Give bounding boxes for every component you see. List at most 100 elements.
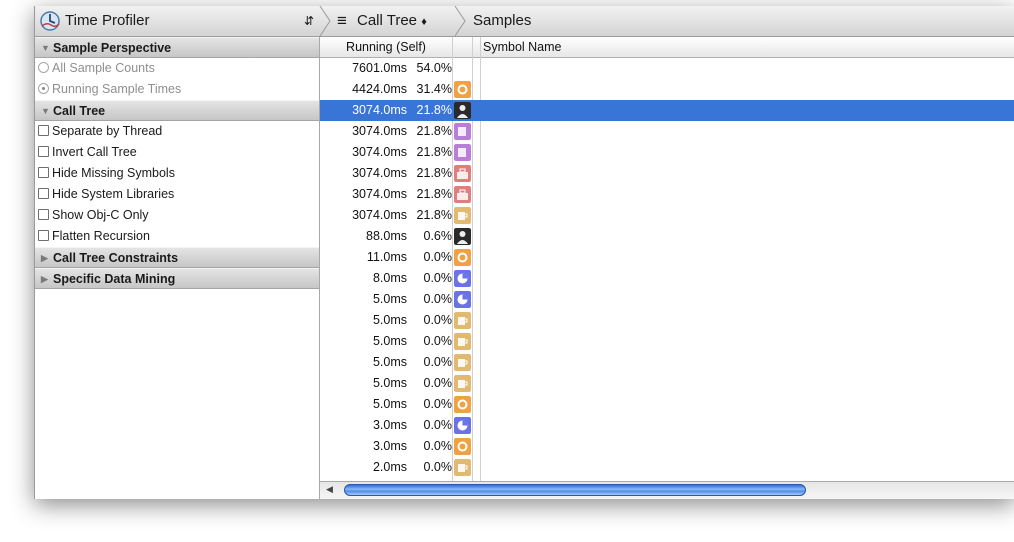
- radio-button-selected-icon[interactable]: [38, 83, 49, 94]
- running-percent-cell: 21.8%: [416, 208, 452, 222]
- call-tree-view-icon: ≡: [337, 11, 347, 30]
- disclosure-down-icon: ▼: [41, 43, 50, 53]
- option-running-sample-times[interactable]: Running Sample Times: [35, 79, 319, 100]
- table-row[interactable]: 88.0ms0.6%▶-[GRAssetChooserViewControlle…: [320, 226, 1014, 247]
- table-row[interactable]: 3074.0ms21.8%▶CFRunLoopRunInModeCoreFoun…: [320, 205, 1014, 226]
- section-title: Specific Data Mining: [53, 272, 176, 286]
- horizontal-scrollbar[interactable]: ◀: [320, 481, 1014, 499]
- call-tree-outline: Running (Self) Symbol Name 7601.0ms 54.0%…: [320, 37, 1014, 499]
- option-label: Flatten Recursion: [52, 229, 150, 243]
- section-sample-perspective[interactable]: ▼ Sample Perspective: [35, 37, 319, 58]
- breadcrumb-samples[interactable]: Samples: [473, 6, 531, 36]
- running-percent-cell: 21.8%: [416, 145, 452, 159]
- running-percent-cell: 21.8%: [416, 103, 452, 117]
- table-row[interactable]: 3074.0ms21.8%▼UIApplicationMainUIKit: [320, 121, 1014, 142]
- running-percent-cell: 31.4%: [416, 82, 452, 96]
- coffee-cup-icon: [454, 312, 471, 329]
- table-row[interactable]: 8.0ms0.0%▼thread_funQuartzCore: [320, 268, 1014, 289]
- section-call-tree-constraints[interactable]: ▶ Call Tree Constraints: [35, 247, 319, 268]
- checkbox-icon[interactable]: [38, 209, 49, 220]
- section-title: Sample Perspective: [53, 41, 172, 55]
- running-time-cell: 3.0ms: [372, 418, 407, 432]
- gear-icon: [454, 438, 471, 455]
- table-row[interactable]: 3074.0ms21.8%▼GSEventRunGraphicsServices: [320, 163, 1014, 184]
- detail-sidebar: ▼ Sample Perspective All Sample Counts Ru…: [35, 37, 320, 499]
- framework-icon: [454, 144, 471, 161]
- table-body: 7601.0ms54.0%▼ClassBuilder (109) 4424.0ms…: [320, 58, 1014, 481]
- option-all-sample-counts[interactable]: All Sample Counts: [35, 58, 319, 79]
- checkbox-icon[interactable]: [38, 167, 49, 178]
- instrument-selector[interactable]: Time Profiler: [65, 6, 149, 36]
- option-label: Separate by Thread: [52, 124, 163, 138]
- table-row-selected[interactable]: 3074.0ms21.8%▼mainClassBuilder➔: [320, 100, 1014, 121]
- option-separate-by-thread[interactable]: Separate by Thread: [35, 121, 319, 142]
- table-row[interactable]: 3.0ms0.0%▼CA::Render::Server::server_thr…: [320, 415, 1014, 436]
- running-time-cell: 11.0ms: [366, 250, 407, 264]
- running-time-cell: 5.0ms: [372, 292, 407, 306]
- table-row[interactable]: 3074.0ms21.8%▼GSEventRunModalGraphicsSer…: [320, 184, 1014, 205]
- table-row[interactable]: 5.0ms0.0%▼__CFRunLoopRunCoreFoundation: [320, 352, 1014, 373]
- toolbox-icon: [454, 165, 471, 182]
- table-row[interactable]: 5.0ms0.0%mach_msg_traplibSystem.B.dylib: [320, 394, 1014, 415]
- section-call-tree[interactable]: ▼ Call Tree: [35, 100, 319, 121]
- table-row[interactable]: 5.0ms0.0%▼CFRunLoopRunCoreFoundation: [320, 310, 1014, 331]
- coffee-cup-icon: [454, 375, 471, 392]
- running-time-cell: 3.0ms: [372, 439, 407, 453]
- breadcrumb-separator-icon: [454, 6, 466, 36]
- option-hide-system-libraries[interactable]: Hide System Libraries: [35, 184, 319, 205]
- scrollbar-thumb[interactable]: [344, 484, 806, 496]
- option-invert-call-tree[interactable]: Invert Call Tree: [35, 142, 319, 163]
- scroll-left-arrow-icon[interactable]: ◀: [326, 484, 333, 495]
- running-time-cell: 5.0ms: [372, 313, 407, 327]
- user-icon: [454, 228, 471, 245]
- running-percent-cell: 0.0%: [423, 334, 453, 348]
- table-header: Running (Self) Symbol Name: [320, 37, 1014, 58]
- view-mode-label: Call Tree: [357, 12, 418, 29]
- running-percent-cell: 0.0%: [423, 439, 453, 453]
- checkbox-icon[interactable]: [38, 230, 49, 241]
- checkbox-icon[interactable]: [38, 125, 49, 136]
- option-label: Show Obj-C Only: [52, 208, 149, 222]
- coffee-cup-icon: [454, 354, 471, 371]
- table-row[interactable]: 11.0ms0.0%▼_pthread_startlibSystem.B.dyl…: [320, 247, 1014, 268]
- running-percent-cell: 0.6%: [423, 229, 453, 243]
- disclosure-right-icon: ▶: [41, 253, 48, 263]
- option-show-objc-only[interactable]: Show Obj-C Only: [35, 205, 319, 226]
- table-row[interactable]: 7601.0ms54.0%▼ClassBuilder (109): [320, 58, 1014, 79]
- column-header-running[interactable]: Running (Self): [320, 37, 452, 57]
- running-percent-cell: 0.0%: [423, 250, 453, 264]
- running-percent-cell: 0.0%: [423, 292, 453, 306]
- running-percent-cell: 21.8%: [416, 124, 452, 138]
- running-time-cell: 3074.0ms: [352, 208, 407, 222]
- disclosure-down-icon: ▼: [41, 106, 50, 116]
- option-hide-missing-symbols[interactable]: Hide Missing Symbols: [35, 163, 319, 184]
- radio-button-icon[interactable]: [38, 62, 49, 73]
- running-time-cell: 4424.0ms: [352, 82, 407, 96]
- option-flatten-recursion[interactable]: Flatten Recursion: [35, 226, 319, 247]
- checkbox-icon[interactable]: [38, 188, 49, 199]
- table-row[interactable]: 2.0ms0.0%▼__NSThread__main__Foundation: [320, 457, 1014, 478]
- instruments-window: Time Profiler ⇵ ≡ Call Tree ♦ Samples ▼ S…: [34, 6, 1014, 499]
- running-percent-cell: 0.0%: [423, 355, 453, 369]
- instrument-selector-stepper-icon[interactable]: ⇵: [304, 6, 314, 36]
- table-row[interactable]: 4424.0ms31.4%▶_pthread_wqthreadlibSystem…: [320, 79, 1014, 100]
- checkbox-icon[interactable]: [38, 146, 49, 157]
- column-header-symbol[interactable]: Symbol Name: [483, 37, 883, 57]
- running-percent-cell: 54.0%: [416, 61, 452, 75]
- option-label: Running Sample Times: [52, 82, 182, 96]
- pie-icon: [454, 291, 471, 308]
- jump-bar: Time Profiler ⇵ ≡ Call Tree ♦ Samples: [35, 6, 1014, 37]
- table-row[interactable]: 5.0ms0.0%▼__CFRunLoopServiceMachPortCore…: [320, 373, 1014, 394]
- running-percent-cell: 0.0%: [423, 376, 453, 390]
- pie-icon: [454, 417, 471, 434]
- section-specific-data-mining[interactable]: ▶ Specific Data Mining: [35, 268, 319, 289]
- table-row[interactable]: 3074.0ms21.8%▼-[UIApplication _run]UIKit: [320, 142, 1014, 163]
- view-mode-selector[interactable]: Call Tree ♦: [357, 6, 427, 36]
- gear-icon: [454, 396, 471, 413]
- table-row[interactable]: 5.0ms0.0%▼CA::WindowServer::IOMFBServer:…: [320, 289, 1014, 310]
- table-row[interactable]: 3.0ms0.0%mach_msg_traplibSystem.B.dylib: [320, 436, 1014, 457]
- gear-icon: [454, 249, 471, 266]
- time-profiler-icon: [39, 6, 63, 36]
- table-row[interactable]: 5.0ms0.0%▼CFRunLoopRunSpecificCoreFounda…: [320, 331, 1014, 352]
- column-header-label: Symbol Name: [483, 40, 562, 54]
